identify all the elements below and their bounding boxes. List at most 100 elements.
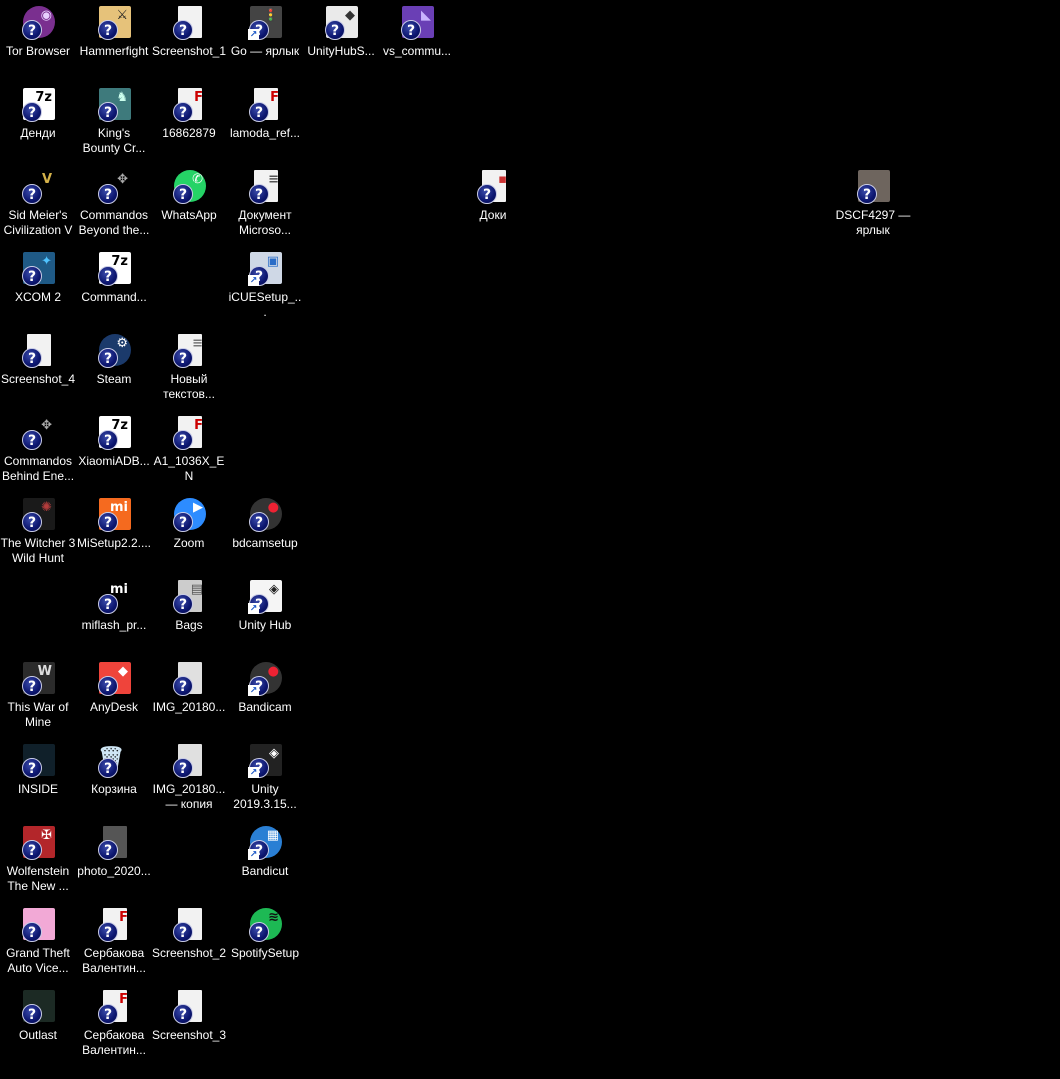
unknown-file-icon: ?	[249, 922, 269, 942]
desktop-icon[interactable]: V? Sid Meier's Civilization V	[0, 166, 76, 246]
unknown-file-icon: ?	[249, 512, 269, 532]
desktop-icon[interactable]: ≋? SpotifySetup	[227, 904, 303, 984]
icon-glyph: F	[194, 418, 203, 433]
desktop-icon[interactable]: ? Screenshot_4	[0, 330, 76, 410]
desktop-icon[interactable]: mi? MiSetup2.2....	[76, 494, 152, 574]
unknown-file-icon: ?	[22, 1004, 42, 1024]
desktop-icon[interactable]: ⚔? Hammerfight	[76, 2, 152, 82]
unknown-file-icon: ?	[249, 184, 269, 204]
unknown-file-icon: ?	[98, 1004, 118, 1024]
desktop-icon-label: XiaomiADB...	[78, 454, 150, 468]
desktop-icon[interactable]: F? 16862879	[151, 84, 227, 164]
desktop-icon-label: A1_1036X_EN	[153, 454, 225, 483]
desktop-icon-label: Command...	[81, 290, 147, 304]
desktop-icon[interactable]: ⚙? Steam	[76, 330, 152, 410]
desktop-icon-label: Screenshot_1	[151, 44, 227, 58]
desktop-icon[interactable]: ✥? Commandos Behind Ene...	[0, 412, 76, 492]
shortcut-arrow-icon: ↗	[248, 767, 259, 778]
unknown-file-icon: ?	[22, 512, 42, 532]
desktop[interactable]: ◉? Tor Browser ⚔? Hammerfight? Screenshot_1 🚦…	[0, 0, 1060, 1079]
image-file-icon: ?	[21, 334, 55, 368]
desktop-icon[interactable]: ▪? Доки	[455, 166, 531, 246]
desktop-icon[interactable]: ●? ↗ Bandicam	[227, 658, 303, 738]
desktop-icon[interactable]: ◈? ↗ Unity 2019.3.15...	[227, 740, 303, 820]
desktop-icon-label: Screenshot_4	[0, 372, 76, 386]
shortcut-arrow-icon: ↗	[248, 685, 259, 696]
image-file-icon: ?	[172, 908, 206, 942]
desktop-icon[interactable]: ? photo_2020...	[76, 822, 152, 902]
desktop-icon[interactable]: ♞? King's Bounty Cr...	[76, 84, 152, 164]
desktop-icon[interactable]: ? DSCF4297 — ярлык	[835, 166, 911, 246]
icon-glyph: ◆	[118, 664, 128, 679]
icon-glyph: ◈	[269, 746, 279, 761]
desktop-icon[interactable]: 7z? Денди	[0, 84, 76, 164]
icon-glyph: ●	[267, 664, 279, 679]
desktop-icon[interactable]: F? lamoda_ref...	[227, 84, 303, 164]
unknown-file-icon: ?	[173, 20, 193, 40]
kings-bounty-icon: ♞?	[97, 88, 131, 122]
desktop-icon[interactable]: F? Сербакова Валентин...	[76, 904, 152, 984]
desktop-icon[interactable]: ? Screenshot_3	[151, 986, 227, 1066]
desktop-icon-label: Документ Microso...	[238, 208, 292, 237]
unknown-file-icon: ?	[98, 512, 118, 532]
desktop-icon[interactable]: 🚦? ↗ Go — ярлык	[227, 2, 303, 82]
unknown-file-icon: ?	[173, 758, 193, 778]
icon-glyph: V	[41, 172, 52, 187]
civilization-v-icon: V?	[21, 170, 55, 204]
desktop-icon[interactable]: ▣? ↗ iCUESetup_...	[227, 248, 303, 328]
desktop-icon[interactable]: mi? miflash_pr...	[76, 576, 152, 656]
word-document-icon: ≡?	[248, 170, 282, 204]
desktop-icon-label: Sid Meier's Civilization V	[3, 208, 73, 237]
unknown-file-icon: ?	[477, 184, 497, 204]
desktop-icon[interactable]: ✦? XCOM 2	[0, 248, 76, 328]
desktop-icon[interactable]: F? Сербакова Валентин...	[76, 986, 152, 1066]
desktop-icon[interactable]: ▤? Bags	[151, 576, 227, 656]
tor-browser-icon: ◉?	[21, 6, 55, 40]
icon-glyph: ▶	[193, 500, 203, 515]
desktop-icon[interactable]: F? A1_1036X_EN	[151, 412, 227, 492]
desktop-icon[interactable]: W? This War of Mine	[0, 658, 76, 738]
desktop-icon[interactable]: ◆? UnityHubS...	[303, 2, 379, 82]
desktop-icon[interactable]: 🗑? Корзина	[76, 740, 152, 820]
unknown-file-icon: ?	[22, 676, 42, 696]
desktop-icon[interactable]: ✥? Commandos Beyond the...	[76, 166, 152, 246]
icon-glyph: ✦	[41, 254, 52, 269]
desktop-icon[interactable]: ✺? The Witcher 3 Wild Hunt	[0, 494, 76, 574]
desktop-icon[interactable]: ≡? Новый текстов...	[151, 330, 227, 410]
desktop-icon[interactable]: ●? bdcamsetup	[227, 494, 303, 574]
desktop-icon[interactable]: ? IMG_20180... — копия	[151, 740, 227, 820]
desktop-icon[interactable]: ◈? ↗ Unity Hub	[227, 576, 303, 656]
desktop-icon[interactable]: ◉? Tor Browser	[0, 2, 76, 82]
desktop-icon[interactable]: ◣? vs_commu...	[379, 2, 455, 82]
desktop-icon[interactable]: ◆? AnyDesk	[76, 658, 152, 738]
unknown-file-icon: ?	[98, 594, 118, 614]
unknown-file-icon: ?	[98, 758, 118, 778]
desktop-icon[interactable]: ? INSIDE	[0, 740, 76, 820]
icon-glyph: 7z	[111, 254, 128, 269]
desktop-icon[interactable]: ? Outlast	[0, 986, 76, 1066]
unknown-file-icon: ?	[98, 266, 118, 286]
desktop-icon-label: Bags	[175, 618, 203, 632]
desktop-icon[interactable]: ? IMG_20180...	[151, 658, 227, 738]
desktop-icon-label: UnityHubS...	[307, 44, 375, 58]
desktop-icon[interactable]: ? Screenshot_2	[151, 904, 227, 984]
desktop-icon[interactable]: 7z? Command...	[76, 248, 152, 328]
unknown-file-icon: ?	[22, 266, 42, 286]
icon-glyph: ◉	[40, 8, 52, 23]
desktop-icon[interactable]: ▶? Zoom	[151, 494, 227, 574]
7z-archive-icon: 7z?	[97, 416, 131, 450]
desktop-icon[interactable]: ? Grand Theft Auto Vice...	[0, 904, 76, 984]
desktop-icon-label: XCOM 2	[14, 290, 61, 304]
xcom2-icon: ✦?	[21, 252, 55, 286]
desktop-icon[interactable]: ? Screenshot_1	[151, 2, 227, 82]
desktop-icon[interactable]: ≡? Документ Microso...	[227, 166, 303, 246]
unknown-file-icon: ?	[98, 184, 118, 204]
desktop-icon[interactable]: 7z? XiaomiADB...	[76, 412, 152, 492]
steam-icon: ⚙?	[97, 334, 131, 368]
desktop-icon-label: Grand Theft Auto Vice...	[6, 946, 70, 975]
commandos-behind-icon: ✥?	[21, 416, 55, 450]
pdf-file-icon: F?	[172, 416, 206, 450]
desktop-icon[interactable]: ▦? ↗ Bandicut	[227, 822, 303, 902]
desktop-icon[interactable]: ✠? Wolfenstein The New ...	[0, 822, 76, 902]
desktop-icon[interactable]: ✆? WhatsApp	[151, 166, 227, 246]
